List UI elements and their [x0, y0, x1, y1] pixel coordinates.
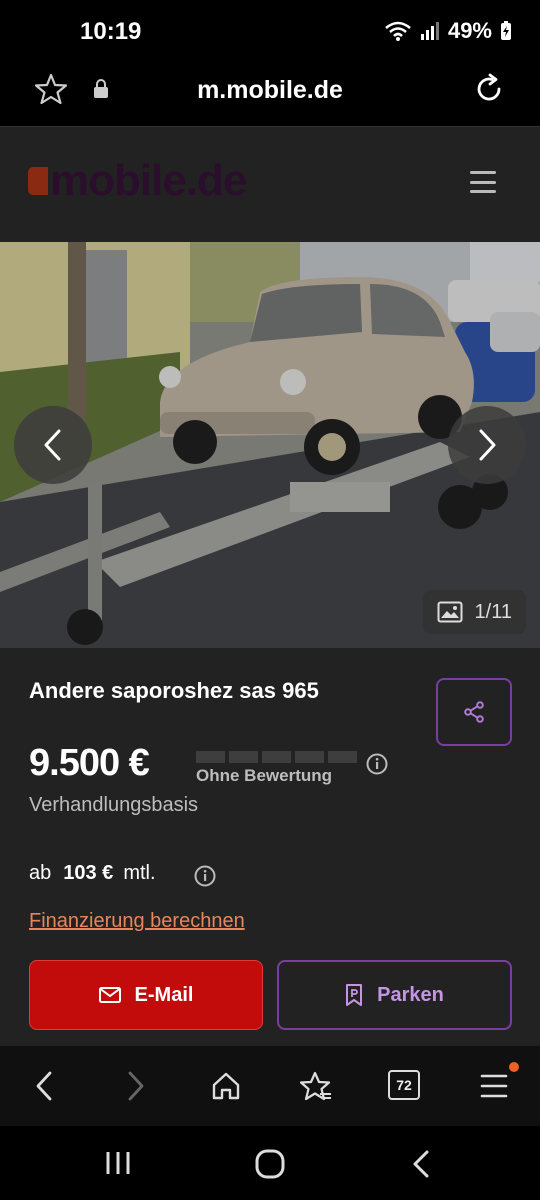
image-gallery[interactable]: 1/11: [0, 242, 540, 648]
listing-details: Andere saporoshez sas 965 9.500 € Ohne B…: [0, 648, 540, 1046]
financing-amount: 103 €: [63, 862, 114, 884]
system-back-icon[interactable]: [410, 1148, 432, 1185]
browser-toolbar: 72: [0, 1046, 540, 1126]
home-icon[interactable]: [208, 1068, 244, 1104]
tabs-button[interactable]: 72: [388, 1070, 420, 1100]
listing-title: Andere saporoshez sas 965: [29, 678, 319, 703]
email-button-label: E-Mail: [134, 983, 194, 1006]
back-icon[interactable]: [26, 1068, 62, 1104]
next-image-button[interactable]: [448, 406, 526, 484]
rating-info-icon[interactable]: [366, 753, 388, 780]
negotiable-label: Verhandlungsbasis: [29, 794, 199, 816]
browser-menu-icon[interactable]: [476, 1068, 512, 1104]
financing-prefix: ab: [29, 862, 52, 884]
financing-rate: ab 103 € mtl.: [29, 862, 156, 885]
status-bar: 10:19 49%: [0, 0, 540, 62]
image-counter[interactable]: 1/11: [422, 590, 526, 634]
site-header: mobile.de: [0, 126, 540, 242]
battery-charging-icon: [501, 21, 511, 40]
recent-apps-icon[interactable]: [104, 1150, 132, 1181]
home-button-icon[interactable]: [254, 1148, 286, 1185]
url-text[interactable]: m.mobile.de: [0, 76, 540, 105]
park-button-label: Parken: [377, 983, 444, 1006]
browser-url-bar: m.mobile.de: [0, 62, 540, 126]
clock: 10:19: [80, 18, 142, 45]
chevron-left-icon: [44, 429, 61, 461]
bookmarks-icon[interactable]: [298, 1068, 334, 1104]
android-nav-bar: [0, 1126, 540, 1200]
site-logo[interactable]: mobile.de: [28, 156, 247, 205]
mail-icon: [98, 987, 121, 1003]
logo-mark: [28, 167, 48, 195]
notification-dot: [509, 1062, 519, 1072]
share-button[interactable]: [436, 678, 512, 746]
park-button[interactable]: Parken: [277, 960, 512, 1030]
wifi-icon: [385, 21, 411, 41]
system-icons: 49%: [384, 18, 512, 44]
price: 9.500 €: [29, 742, 150, 784]
signal-icon: [420, 22, 439, 40]
reload-icon[interactable]: [472, 72, 506, 111]
image-icon: [437, 601, 463, 623]
chevron-right-icon: [479, 429, 496, 461]
battery-percent: 49%: [447, 18, 492, 43]
menu-icon[interactable]: [470, 171, 496, 193]
price-rating-label: Ohne Bewertung: [196, 766, 333, 785]
previous-image-button[interactable]: [14, 406, 92, 484]
calculate-financing-link[interactable]: Finanzierung berechnen: [29, 910, 245, 933]
price-rating-bars: [196, 751, 357, 763]
forward-icon[interactable]: [118, 1068, 154, 1104]
image-counter-text: 1/11: [474, 600, 512, 623]
share-icon: [464, 701, 484, 723]
parking-icon: [346, 984, 363, 1006]
logo-text: mobile.de: [50, 156, 247, 205]
email-button[interactable]: E-Mail: [29, 960, 263, 1030]
financing-suffix: mtl.: [123, 862, 156, 884]
financing-info-icon[interactable]: [194, 865, 216, 892]
